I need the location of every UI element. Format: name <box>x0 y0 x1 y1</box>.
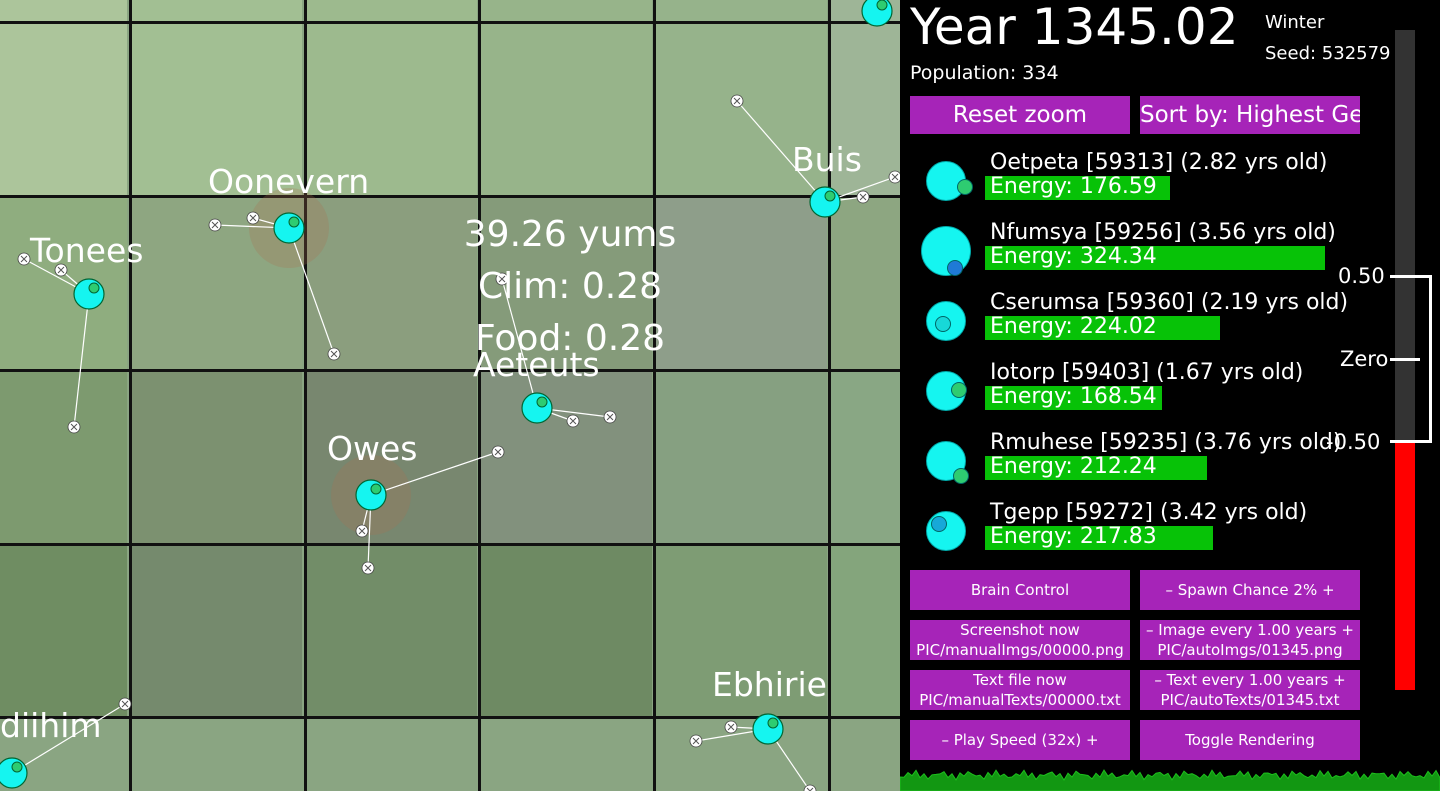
seed-label: Seed: 532579 <box>1265 43 1391 64</box>
world-map[interactable]: Oonevern Tonees Buis Aeteuts Owes Ebhiri… <box>0 0 900 791</box>
text-file-now-button[interactable]: Text file now PIC/manualTexts/00000.txt <box>910 670 1130 710</box>
screenshot-path: PIC/manualImgs/00000.png <box>916 641 1124 659</box>
image-interval-control[interactable]: – Image every 1.00 years + PIC/autoImgs/… <box>1140 620 1360 660</box>
creature-eye-icon <box>536 396 548 408</box>
tile-yums: 39.26 yums <box>463 214 677 255</box>
energy-label: Energy: 176.59 <box>990 174 1157 199</box>
creature-body-icon <box>0 757 28 789</box>
creature-eye-icon <box>947 260 963 276</box>
screenshot-now-button[interactable]: Screenshot now PIC/manualImgs/00000.png <box>910 620 1130 660</box>
text-file-now-label: Text file now <box>973 671 1067 689</box>
text-interval-control[interactable]: – Text every 1.00 years + PIC/autoTexts/… <box>1140 670 1360 710</box>
creature-eye-icon <box>88 282 100 294</box>
energy-label: Energy: 217.83 <box>990 524 1157 549</box>
screenshot-now-label: Screenshot now <box>960 621 1080 639</box>
play-speed-control[interactable]: – Play Speed (32x) + <box>910 720 1130 760</box>
tile-food: Food: 0.28 <box>474 318 666 359</box>
creature-body-icon <box>752 713 784 745</box>
creature-body-icon <box>355 479 387 511</box>
creature-icon <box>926 161 973 201</box>
creature-body-icon <box>809 186 841 218</box>
creature-name-diihim: diihim <box>0 706 102 745</box>
creature-list-label: Iotorp [59403] (1.67 yrs old) <box>990 360 1304 385</box>
creature-icon <box>926 301 966 341</box>
reset-zoom-button[interactable]: Reset zoom <box>910 96 1130 134</box>
meter-bracket <box>1429 275 1432 443</box>
creature-name-oonevern: Oonevern <box>208 162 370 201</box>
energy-label: Energy: 212.24 <box>990 454 1157 479</box>
creature-mouth-icon <box>803 784 817 791</box>
creature-eye-icon <box>288 216 300 228</box>
creature-list-label: Cserumsa [59360] (2.19 yrs old) <box>990 290 1349 315</box>
creature-eye-icon <box>824 190 836 202</box>
creature-eye-icon <box>876 0 888 11</box>
image-path: PIC/autoImgs/01345.png <box>1157 641 1343 659</box>
creature-body-icon <box>73 278 105 310</box>
creature-eye-icon <box>953 468 969 484</box>
population-label: Population: 334 <box>910 62 1059 84</box>
energy-label: Energy: 224.02 <box>990 314 1157 339</box>
creature-eye-icon <box>370 483 382 495</box>
meter-fill <box>1395 443 1415 690</box>
creature-list-label: Rmuhese [59235] (3.76 yrs old) <box>990 430 1342 455</box>
creature-icon <box>926 511 966 551</box>
side-panel: Year 1345.02 Winter Seed: 532579 Populat… <box>900 0 1440 791</box>
creature-list-item[interactable]: Nfumsya [59256] (3.56 yrs old) Energy: 32… <box>900 220 1380 286</box>
meter-bottom-label: -0.50 <box>1326 430 1381 454</box>
creature-list-item[interactable]: Oetpeta [59313] (2.82 yrs old) Energy: 17… <box>900 150 1380 216</box>
year-title: Year 1345.02 <box>910 0 1239 56</box>
population-graph <box>900 769 1440 791</box>
creature-name-tonees: Tonees <box>30 231 144 270</box>
creature-name-owes: Owes <box>327 429 418 468</box>
creature-name-buis: Buis <box>792 140 862 179</box>
creature-eye-icon <box>767 717 779 729</box>
creature-list-item[interactable]: Cserumsa [59360] (2.19 yrs old) Energy: 2… <box>900 290 1380 356</box>
creature-list-label: Nfumsya [59256] (3.56 yrs old) <box>990 220 1336 245</box>
sort-by-button[interactable]: Sort by: Highest Gen <box>1140 96 1360 134</box>
creature-eye-icon <box>951 382 967 398</box>
creature-eye-icon <box>931 516 947 532</box>
season-label: Winter <box>1265 12 1325 33</box>
text-file-path: PIC/manualTexts/00000.txt <box>919 691 1121 709</box>
creature-list-label: Tgepp [59272] (3.42 yrs old) <box>990 500 1308 525</box>
meter-mid-tick <box>1390 358 1420 361</box>
creature-body-icon <box>273 212 305 244</box>
creature-icon <box>926 441 969 484</box>
meter-top-label: 0.50 <box>1338 264 1385 288</box>
creature-list-label: Oetpeta [59313] (2.82 yrs old) <box>990 150 1328 175</box>
creature-axon <box>73 293 90 428</box>
creature-list-item[interactable]: Iotorp [59403] (1.67 yrs old) Energy: 168… <box>900 360 1380 426</box>
creature-eye-icon <box>957 179 973 195</box>
meter-mid-label: Zero <box>1340 347 1389 371</box>
creature-list-item[interactable]: Tgepp [59272] (3.42 yrs old) Energy: 217.… <box>900 500 1380 566</box>
creature-list-item[interactable]: Rmuhese [59235] (3.76 yrs old) Energy: 21… <box>900 430 1380 496</box>
image-interval-label: – Image every 1.00 years + <box>1146 621 1354 639</box>
creature-eye-icon <box>11 761 23 773</box>
text-path: PIC/autoTexts/01345.txt <box>1160 691 1340 709</box>
creature-icon <box>921 226 971 276</box>
spawn-chance-control[interactable]: – Spawn Chance 2% + <box>1140 570 1360 610</box>
tile-climate: Clim: 0.28 <box>478 266 662 307</box>
text-interval-label: – Text every 1.00 years + <box>1154 671 1346 689</box>
creature-eye-icon <box>935 316 951 332</box>
energy-label: Energy: 324.34 <box>990 244 1157 269</box>
brain-control-button[interactable]: Brain Control <box>910 570 1130 610</box>
meter-top-tick <box>1390 275 1430 278</box>
creature-name-ebhirie: Ebhirie <box>712 665 827 704</box>
creature-icon <box>926 371 967 411</box>
creature-body-icon <box>521 392 553 424</box>
meter-bottom-tick <box>1390 440 1430 443</box>
toggle-rendering-button[interactable]: Toggle Rendering <box>1140 720 1360 760</box>
energy-label: Energy: 168.54 <box>990 384 1157 409</box>
